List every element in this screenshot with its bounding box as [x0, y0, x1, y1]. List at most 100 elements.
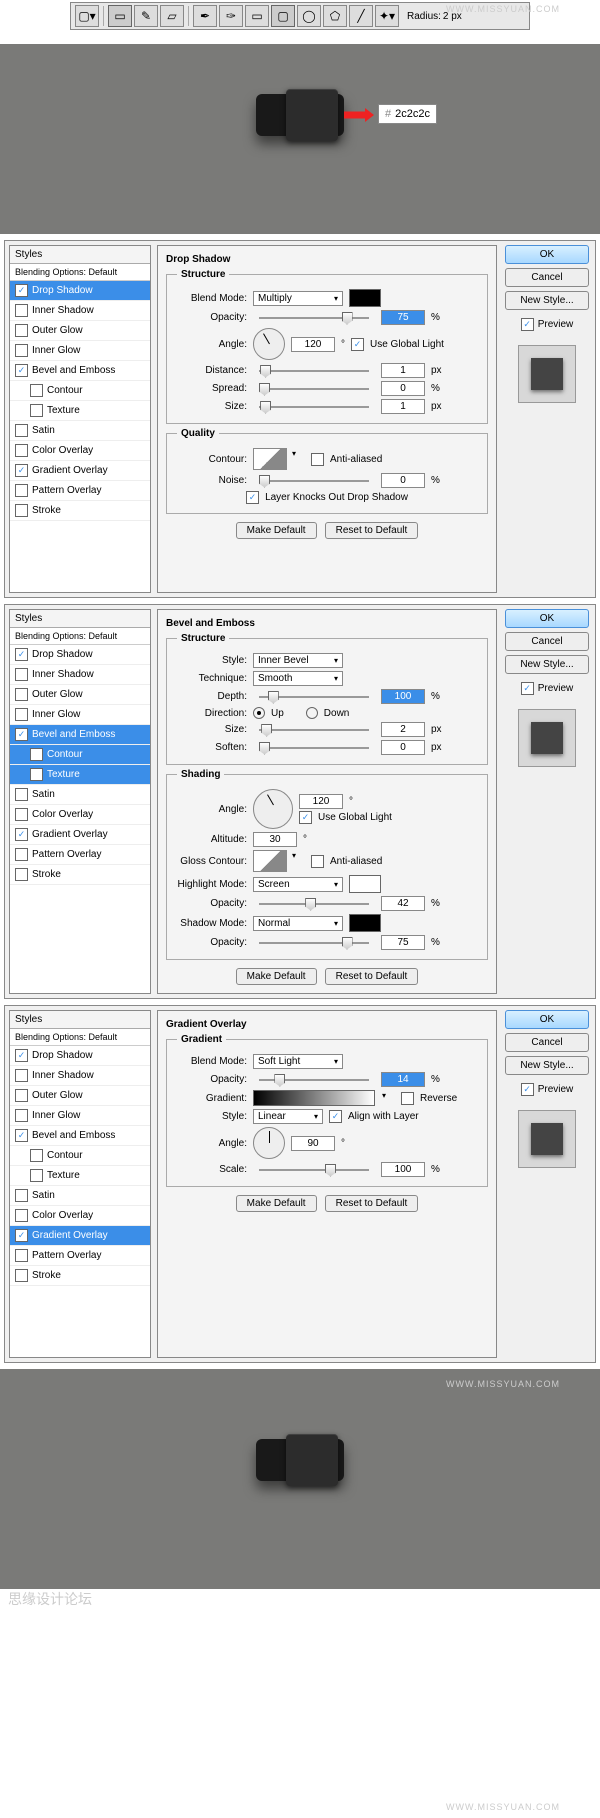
opacity-input[interactable]: 75	[381, 310, 425, 325]
shape-preset[interactable]: ▢▾	[75, 5, 99, 27]
scale-input[interactable]: 100	[381, 1162, 425, 1177]
angle-input[interactable]: 120	[291, 337, 335, 352]
technique-select[interactable]: Smooth	[253, 671, 343, 686]
style-pattern-overlay[interactable]: Pattern Overlay	[10, 1246, 150, 1266]
style-color-overlay[interactable]: Color Overlay	[10, 1206, 150, 1226]
color-swatch[interactable]: #2c2c2c	[378, 104, 437, 124]
style-drop-shadow[interactable]: Drop Shadow	[10, 1046, 150, 1066]
direction-down-radio[interactable]	[306, 707, 318, 719]
checkbox[interactable]	[15, 1129, 28, 1142]
style-stroke[interactable]: Stroke	[10, 501, 150, 521]
checkbox[interactable]	[15, 284, 28, 297]
reset-default-button[interactable]: Reset to Default	[325, 1195, 419, 1212]
checkbox[interactable]	[15, 1049, 28, 1062]
cancel-button[interactable]: Cancel	[505, 632, 589, 651]
style-inner-shadow[interactable]: Inner Shadow	[10, 665, 150, 685]
style-satin[interactable]: Satin	[10, 1186, 150, 1206]
style-pattern-overlay[interactable]: Pattern Overlay	[10, 481, 150, 501]
tool-polygon[interactable]: ⬠	[323, 5, 347, 27]
style-satin[interactable]: Satin	[10, 785, 150, 805]
shadow-color[interactable]	[349, 914, 381, 932]
new-style-button[interactable]: New Style...	[505, 291, 589, 310]
checkbox[interactable]	[15, 1109, 28, 1122]
highlight-color[interactable]	[349, 875, 381, 893]
style-select[interactable]: Linear	[253, 1109, 323, 1124]
checkbox[interactable]	[15, 668, 28, 681]
style-contour[interactable]: Contour	[10, 745, 150, 765]
angle-dial[interactable]	[253, 789, 293, 829]
opacity-slider[interactable]	[259, 1079, 369, 1081]
checkbox[interactable]	[15, 1209, 28, 1222]
antialias-checkbox[interactable]	[311, 453, 324, 466]
checkbox[interactable]	[15, 1089, 28, 1102]
checkbox[interactable]	[30, 748, 43, 761]
reset-default-button[interactable]: Reset to Default	[325, 968, 419, 985]
checkbox[interactable]	[15, 364, 28, 377]
style-texture[interactable]: Texture	[10, 401, 150, 421]
blending-options[interactable]: Blending Options: Default	[10, 628, 150, 645]
size-slider[interactable]	[259, 729, 369, 731]
size-input[interactable]: 1	[381, 399, 425, 414]
highlight-opacity-input[interactable]: 42	[381, 896, 425, 911]
distance-input[interactable]: 1	[381, 363, 425, 378]
checkbox[interactable]	[15, 708, 28, 721]
align-checkbox[interactable]	[329, 1110, 342, 1123]
soften-input[interactable]: 0	[381, 740, 425, 755]
style-stroke[interactable]: Stroke	[10, 1266, 150, 1286]
style-drop-shadow[interactable]: Drop Shadow	[10, 281, 150, 301]
ok-button[interactable]: OK	[505, 245, 589, 264]
cancel-button[interactable]: Cancel	[505, 268, 589, 287]
tool-fill[interactable]: ▱	[160, 5, 184, 27]
tool-line[interactable]: ╱	[349, 5, 373, 27]
tool-ellipse[interactable]: ◯	[297, 5, 321, 27]
altitude-input[interactable]: 30	[253, 832, 297, 847]
style-contour[interactable]: Contour	[10, 1146, 150, 1166]
style-inner-glow[interactable]: Inner Glow	[10, 705, 150, 725]
tool-pen[interactable]: ✒	[193, 5, 217, 27]
checkbox[interactable]	[15, 344, 28, 357]
contour-picker[interactable]	[253, 448, 287, 470]
blending-options[interactable]: Blending Options: Default	[10, 1029, 150, 1046]
soften-slider[interactable]	[259, 747, 369, 749]
cancel-button[interactable]: Cancel	[505, 1033, 589, 1052]
ok-button[interactable]: OK	[505, 609, 589, 628]
style-gradient-overlay[interactable]: Gradient Overlay	[10, 1226, 150, 1246]
checkbox[interactable]	[15, 848, 28, 861]
make-default-button[interactable]: Make Default	[236, 1195, 317, 1212]
color-picker[interactable]	[349, 289, 381, 307]
scale-slider[interactable]	[259, 1169, 369, 1171]
style-drop-shadow[interactable]: Drop Shadow	[10, 645, 150, 665]
style-inner-glow[interactable]: Inner Glow	[10, 341, 150, 361]
highlight-opacity-slider[interactable]	[259, 903, 369, 905]
reverse-checkbox[interactable]	[401, 1092, 414, 1105]
checkbox[interactable]	[15, 304, 28, 317]
style-outer-glow[interactable]: Outer Glow	[10, 685, 150, 705]
gloss-contour[interactable]	[253, 850, 287, 872]
checkbox[interactable]	[15, 1269, 28, 1282]
style-satin[interactable]: Satin	[10, 421, 150, 441]
blend-mode-select[interactable]: Soft Light	[253, 1054, 343, 1069]
angle-dial[interactable]	[253, 1127, 285, 1159]
checkbox[interactable]	[15, 648, 28, 661]
checkbox[interactable]	[15, 1069, 28, 1082]
noise-slider[interactable]	[259, 480, 369, 482]
shadow-opacity-slider[interactable]	[259, 942, 369, 944]
checkbox[interactable]	[15, 424, 28, 437]
style-pattern-overlay[interactable]: Pattern Overlay	[10, 845, 150, 865]
style-contour[interactable]: Contour	[10, 381, 150, 401]
checkbox[interactable]	[15, 788, 28, 801]
direction-up-radio[interactable]	[253, 707, 265, 719]
make-default-button[interactable]: Make Default	[236, 522, 317, 539]
antialias-checkbox[interactable]	[311, 855, 324, 868]
checkbox[interactable]	[15, 444, 28, 457]
style-texture[interactable]: Texture	[10, 1166, 150, 1186]
new-style-button[interactable]: New Style...	[505, 655, 589, 674]
gradient-picker[interactable]	[253, 1090, 375, 1106]
checkbox[interactable]	[30, 1169, 43, 1182]
distance-slider[interactable]	[259, 370, 369, 372]
spread-slider[interactable]	[259, 388, 369, 390]
angle-dial[interactable]	[253, 328, 285, 360]
global-light-checkbox[interactable]	[351, 338, 364, 351]
checkbox[interactable]	[15, 828, 28, 841]
make-default-button[interactable]: Make Default	[236, 968, 317, 985]
